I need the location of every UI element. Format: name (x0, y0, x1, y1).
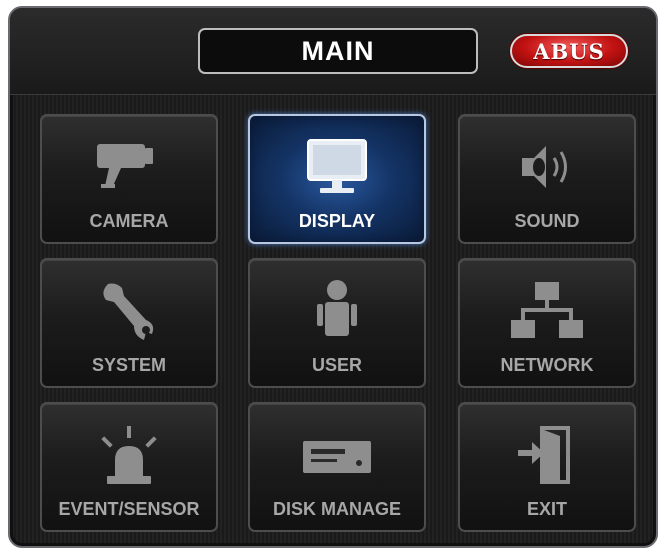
abus-logo: ABUS (510, 34, 628, 68)
alarm-light-icon (42, 418, 216, 492)
user-icon (250, 274, 424, 348)
menu-item-sound[interactable]: SOUND (458, 114, 636, 244)
menu-item-system[interactable]: SYSTEM (40, 258, 218, 388)
menu-item-label: DISPLAY (298, 211, 376, 231)
speaker-icon (460, 130, 634, 204)
menu-item-label: USER (311, 355, 362, 375)
exit-door-icon (460, 418, 634, 492)
menu-item-display[interactable]: DISPLAY (248, 114, 426, 244)
menu-item-label: EVENT/SENSOR (58, 499, 200, 519)
page-title: MAIN (198, 28, 478, 74)
menu-item-user[interactable]: USER (248, 258, 426, 388)
menu-item-label: EXIT (526, 499, 567, 519)
monitor-icon (250, 130, 424, 204)
menu-grid: CAMERA DISPLAY SOUND SYSTEM USER NETWORK… (40, 114, 636, 532)
network-icon (460, 274, 634, 348)
menu-item-disk-manage[interactable]: DISK MANAGE (248, 402, 426, 532)
menu-item-label: NETWORK (500, 355, 594, 375)
menu-item-label: CAMERA (89, 211, 169, 231)
menu-item-label: DISK MANAGE (272, 499, 401, 519)
camera-icon (42, 130, 216, 204)
menu-item-exit[interactable]: EXIT (458, 402, 636, 532)
menu-item-camera[interactable]: CAMERA (40, 114, 218, 244)
menu-item-event-sensor[interactable]: EVENT/SENSOR (40, 402, 218, 532)
main-menu-window: MAIN ABUS CAMERA DISPLAY SOUND SYSTEM US… (8, 6, 658, 548)
menu-item-network[interactable]: NETWORK (458, 258, 636, 388)
wrench-icon (42, 274, 216, 348)
disk-drive-icon (250, 418, 424, 492)
menu-item-label: SOUND (514, 211, 580, 231)
menu-item-label: SYSTEM (91, 355, 166, 375)
header-bar: MAIN ABUS (10, 8, 656, 95)
